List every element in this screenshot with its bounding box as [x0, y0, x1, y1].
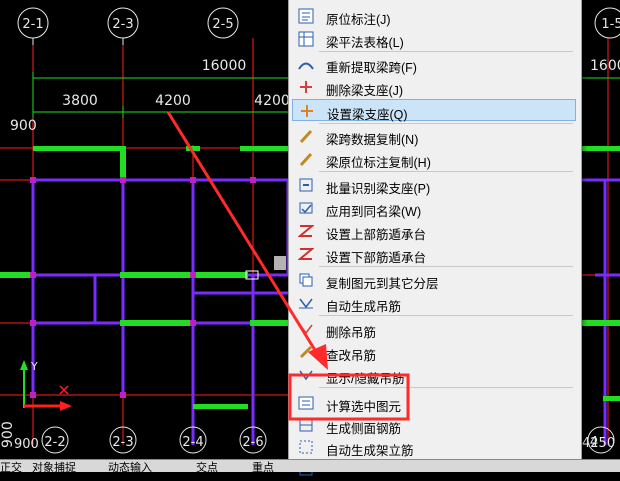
ortho-toggle[interactable]: 正交: [0, 460, 22, 472]
axis-label-2-3-bottom: 2-3: [112, 435, 133, 450]
axis-label-2-5: 2-5: [212, 17, 233, 32]
apply-icon: [298, 200, 314, 216]
copy-layers-icon: [298, 272, 314, 288]
menu-separator: [319, 315, 573, 316]
brush-icon: [298, 128, 314, 144]
menu-item-apply-same-name[interactable]: 应用到同名梁(W): [292, 197, 576, 219]
span-icon: [298, 56, 314, 72]
menu-item-bottom-rebar-cap[interactable]: 设置下部筋遁承台: [292, 243, 576, 265]
menu-item-calc-selected[interactable]: 计算选中图元: [292, 392, 576, 414]
menu-separator: [319, 123, 573, 124]
dim-3800: 3800: [62, 93, 98, 109]
menu-item-set-support[interactable]: 设置梁支座(Q): [292, 99, 576, 122]
delete-hanger-icon: [298, 321, 314, 337]
dynamic-input-toggle[interactable]: 动态输入: [108, 460, 152, 472]
table-icon: [298, 31, 314, 47]
axis-label-2-6: 2-6: [242, 435, 263, 450]
z-rebar-icon: [297, 223, 315, 239]
toggle-hanger-icon: [298, 367, 314, 383]
menu-item-in-situ-annotation[interactable]: 原位标注(J): [292, 5, 576, 27]
ucs-y-label: Y: [30, 360, 38, 373]
erection-bar-icon: [298, 439, 314, 455]
menu-item-delete-hanger[interactable]: 删除吊筋: [292, 318, 576, 340]
menu-item-side-rebar[interactable]: 生成侧面钢筋: [292, 414, 576, 436]
menu-item-toggle-hanger[interactable]: 显示/隐藏吊筋: [292, 364, 576, 386]
annotation-icon: [298, 8, 314, 24]
menu-item-top-rebar-cap[interactable]: 设置上部筋遁承台: [292, 220, 576, 242]
z-rebar-icon: [297, 246, 315, 262]
menu-separator: [319, 387, 573, 388]
menu-item-re-extract-span[interactable]: 重新提取梁跨(F): [292, 53, 576, 75]
dim-900-bottom: 900: [14, 437, 39, 452]
status-toolbar: 正交 对象捕捉 动态输入 交点 重点: [0, 459, 620, 472]
ucs-icon: [20, 360, 72, 411]
side-rebar-icon: [298, 417, 314, 433]
dim-900-left: 900: [10, 118, 37, 134]
menu-item-edit-hanger[interactable]: 查改吊筋: [292, 341, 576, 363]
axis-label-1-5: 1-5: [601, 17, 620, 32]
axis-label-2-3: 2-3: [112, 17, 133, 32]
menu-separator: [319, 266, 573, 267]
menu-separator: [319, 171, 573, 172]
dim-4200-a: 4200: [155, 93, 191, 109]
dim-4250: 4250: [582, 436, 615, 451]
calculate-icon: [298, 395, 314, 411]
axis-label-2-1: 2-1: [22, 17, 43, 32]
menu-item-copy-to-layers[interactable]: 复制图元到其它分层: [292, 269, 576, 291]
dim-4200-b: 4200: [254, 93, 290, 109]
hanger-icon: [298, 295, 314, 311]
batch-identify-icon: [298, 177, 314, 193]
menu-item-copy-span-data[interactable]: 梁跨数据复制(N): [292, 125, 576, 147]
edit-hanger-icon: [298, 344, 314, 360]
column-markers: [30, 177, 256, 398]
dim-total-right: 1600: [590, 58, 620, 74]
menu-item-erection-bar[interactable]: 自动生成架立筋: [292, 436, 576, 458]
dim-total: 16000: [202, 58, 247, 74]
brush-icon: [298, 151, 314, 167]
delete-support-icon: [298, 79, 314, 95]
menu-item-beam-table[interactable]: 梁平法表格(L): [292, 28, 576, 50]
set-support-icon: [299, 103, 315, 119]
axis-label-2-4: 2-4: [182, 435, 203, 450]
menu-item-auto-hanger[interactable]: 自动生成吊筋: [292, 292, 576, 314]
context-menu: 原位标注(J) 梁平法表格(L) 重新提取梁跨(F) 删除梁支座(J) 设置梁支…: [288, 0, 582, 480]
axis-label-2-2: 2-2: [44, 435, 65, 450]
menu-separator: [319, 51, 573, 52]
menu-item-batch-identify[interactable]: 批量识别梁支座(P): [292, 174, 576, 196]
menu-item-delete-support[interactable]: 删除梁支座(J): [292, 76, 576, 98]
intersection-snap-toggle[interactable]: 交点: [196, 460, 218, 472]
menu-item-copy-annotation[interactable]: 梁原位标注复制(H): [292, 148, 576, 170]
object-snap-toggle[interactable]: 对象捕捉: [32, 460, 76, 472]
key-point-snap-toggle[interactable]: 重点: [252, 460, 274, 472]
